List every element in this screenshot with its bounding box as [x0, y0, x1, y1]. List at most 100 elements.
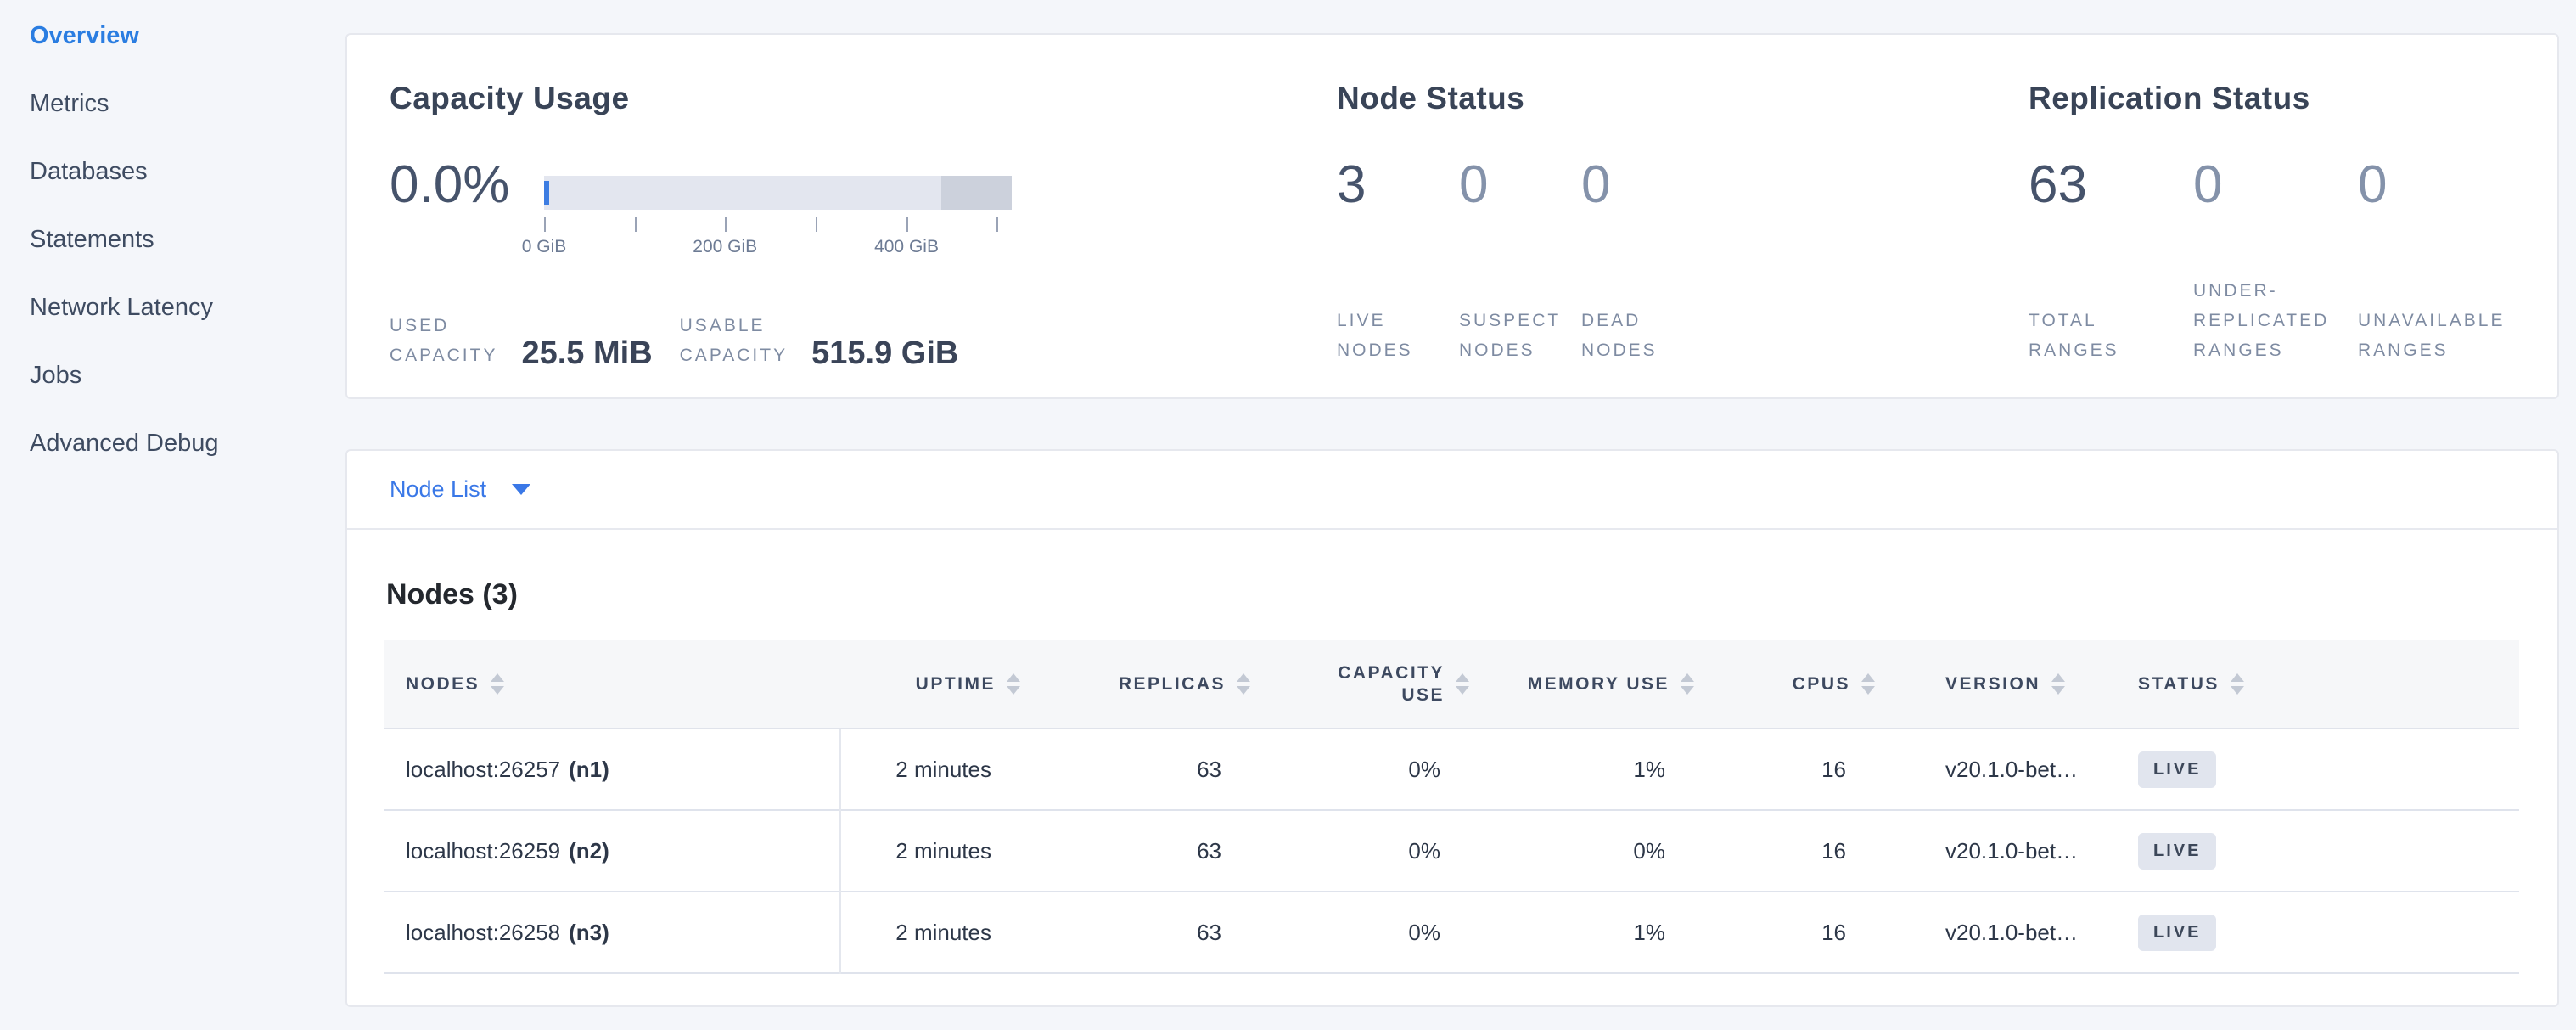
node-list-dropdown-label: Node List [390, 476, 486, 503]
sort-icon [491, 673, 504, 695]
sidebar-item-advanced-debug[interactable]: Advanced Debug [30, 409, 340, 477]
sort-icon [1237, 673, 1250, 695]
under-replicated-ranges-label: UNDER- REPLICATED RANGES [2193, 276, 2329, 365]
axis-tick [725, 217, 727, 232]
node-id: (n2) [569, 838, 609, 864]
axis-label-200gib: 200 GiB [693, 237, 757, 257]
under-replicated-ranges-value: 0 [2193, 155, 2329, 215]
table-row-node-1[interactable]: localhost:26257 (n1) 2 minutes 63 0% 1% … [384, 729, 2519, 811]
version-cell: v20.1.0-bet… [1875, 811, 2121, 891]
column-header-nodes[interactable]: NODES [384, 640, 839, 728]
capacity-usage-section: Capacity Usage 0.0% 0 GiB 200 GiB 400 Gi… [390, 81, 1281, 365]
sort-icon [2231, 673, 2244, 695]
replication-status-section: Replication Status 63 TOTAL RANGES 0 UND… [2029, 81, 2546, 365]
node-address[interactable]: localhost:26257 [406, 757, 560, 783]
usable-capacity-label: USABLE CAPACITY [680, 311, 788, 370]
column-header-replicas[interactable]: REPLICAS [1020, 640, 1250, 728]
axis-tick [635, 217, 637, 232]
total-ranges-label: TOTAL RANGES [2029, 306, 2119, 365]
total-ranges-stat: 63 TOTAL RANGES [2029, 155, 2119, 365]
node-list-view-header: Node List [347, 451, 2557, 530]
column-header-version[interactable]: VERSION [1875, 640, 2121, 728]
capacity-use-cell: 0% [1250, 811, 1469, 891]
node-status-title: Node Status [1337, 81, 1931, 116]
sort-icon [1456, 673, 1469, 695]
sidebar-item-statements[interactable]: Statements [30, 205, 340, 273]
memory-use-cell: 1% [1469, 729, 1694, 809]
sidebar-item-jobs[interactable]: Jobs [30, 341, 340, 409]
table-row-node-2[interactable]: localhost:26259 (n2) 2 minutes 63 0% 0% … [384, 811, 2519, 892]
node-address[interactable]: localhost:26259 [406, 838, 560, 864]
sort-icon [1007, 673, 1020, 695]
usable-capacity-value: 515.9 GiB [811, 335, 958, 372]
capacity-details: USED CAPACITY 25.5 MiB USABLE CAPACITY 5… [390, 311, 958, 370]
uptime-cell: 2 minutes [839, 729, 1020, 809]
dead-nodes-value: 0 [1581, 155, 1658, 215]
unavailable-ranges-value: 0 [2358, 155, 2505, 215]
suspect-nodes-label: SUSPECT NODES [1459, 306, 1561, 365]
node-id: (n1) [569, 757, 609, 783]
sidebar-item-databases[interactable]: Databases [30, 138, 340, 205]
sidebar-item-metrics[interactable]: Metrics [30, 70, 340, 138]
capacity-bar-reserved-segment [941, 176, 1012, 210]
memory-use-cell: 0% [1469, 811, 1694, 891]
dead-nodes-label: DEAD NODES [1581, 306, 1658, 365]
replicas-cell: 63 [1020, 729, 1250, 809]
sort-icon [1681, 673, 1694, 695]
capacity-gauge-chart: 0 GiB 200 GiB 400 GiB [544, 176, 1012, 269]
capacity-used-percent: 0.0% [390, 155, 509, 215]
cpus-cell: 16 [1694, 892, 1875, 972]
cluster-summary-card: Capacity Usage 0.0% 0 GiB 200 GiB 400 Gi… [345, 33, 2559, 399]
column-header-capacity-use[interactable]: CAPACITY USE [1250, 640, 1469, 728]
nodes-count-heading: Nodes (3) [386, 578, 518, 611]
cpus-cell: 16 [1694, 811, 1875, 891]
sidebar-nav: Overview Metrics Databases Statements Ne… [0, 0, 340, 1030]
live-nodes-value: 3 [1337, 155, 1413, 215]
used-capacity-value: 25.5 MiB [521, 335, 652, 372]
status-badge: LIVE [2138, 751, 2216, 788]
replicas-cell: 63 [1020, 811, 1250, 891]
capacity-bar [544, 176, 1012, 210]
column-header-uptime[interactable]: UPTIME [839, 640, 1020, 728]
memory-use-cell: 1% [1469, 892, 1694, 972]
column-header-status[interactable]: STATUS [2121, 640, 2519, 728]
axis-tick [544, 217, 546, 232]
node-list-card: Node List Nodes (3) NODES UPTIME REPLICA… [345, 449, 2559, 1007]
live-nodes-stat: 3 LIVE NODES [1337, 155, 1413, 365]
column-header-cpus[interactable]: CPUS [1694, 640, 1875, 728]
axis-label-0gib: 0 GiB [522, 237, 567, 257]
sidebar-item-network-latency[interactable]: Network Latency [30, 273, 340, 341]
uptime-cell: 2 minutes [839, 892, 1020, 972]
cluster-overview-page: { "colors": { "accent_blue": "#3a78e7", … [0, 0, 2576, 1030]
node-address[interactable]: localhost:26258 [406, 920, 560, 946]
nodes-table-header-row: NODES UPTIME REPLICAS CAPACITY USE MEMOR… [384, 640, 2519, 729]
node-status-section: Node Status 3 LIVE NODES 0 SUSPECT NODES… [1337, 81, 1931, 365]
replicas-cell: 63 [1020, 892, 1250, 972]
capacity-use-cell: 0% [1250, 892, 1469, 972]
nodes-table: NODES UPTIME REPLICAS CAPACITY USE MEMOR… [384, 640, 2519, 974]
node-list-dropdown[interactable]: Node List [390, 476, 530, 503]
version-cell: v20.1.0-bet… [1875, 892, 2121, 972]
live-nodes-label: LIVE NODES [1337, 306, 1413, 365]
suspect-nodes-stat: 0 SUSPECT NODES [1459, 155, 1561, 365]
sort-icon [1861, 673, 1875, 695]
under-replicated-ranges-stat: 0 UNDER- REPLICATED RANGES [2193, 155, 2329, 365]
axis-tick [906, 217, 908, 232]
uptime-cell: 2 minutes [839, 811, 1020, 891]
used-capacity-label: USED CAPACITY [390, 311, 497, 370]
cpus-cell: 16 [1694, 729, 1875, 809]
sidebar-item-overview[interactable]: Overview [30, 2, 340, 70]
sort-icon [2051, 673, 2065, 695]
column-header-memory-use[interactable]: MEMORY USE [1469, 640, 1694, 728]
axis-tick [996, 217, 998, 232]
capacity-usage-title: Capacity Usage [390, 81, 1281, 116]
capacity-bar-used-segment [544, 181, 549, 205]
nodes-table-body: localhost:26257 (n1) 2 minutes 63 0% 1% … [384, 729, 2519, 974]
dead-nodes-stat: 0 DEAD NODES [1581, 155, 1658, 365]
unavailable-ranges-label: UNAVAILABLE RANGES [2358, 306, 2505, 365]
version-cell: v20.1.0-bet… [1875, 729, 2121, 809]
capacity-use-cell: 0% [1250, 729, 1469, 809]
table-row-node-3[interactable]: localhost:26258 (n3) 2 minutes 63 0% 1% … [384, 892, 2519, 974]
status-badge: LIVE [2138, 915, 2216, 951]
chevron-down-icon [512, 484, 530, 495]
